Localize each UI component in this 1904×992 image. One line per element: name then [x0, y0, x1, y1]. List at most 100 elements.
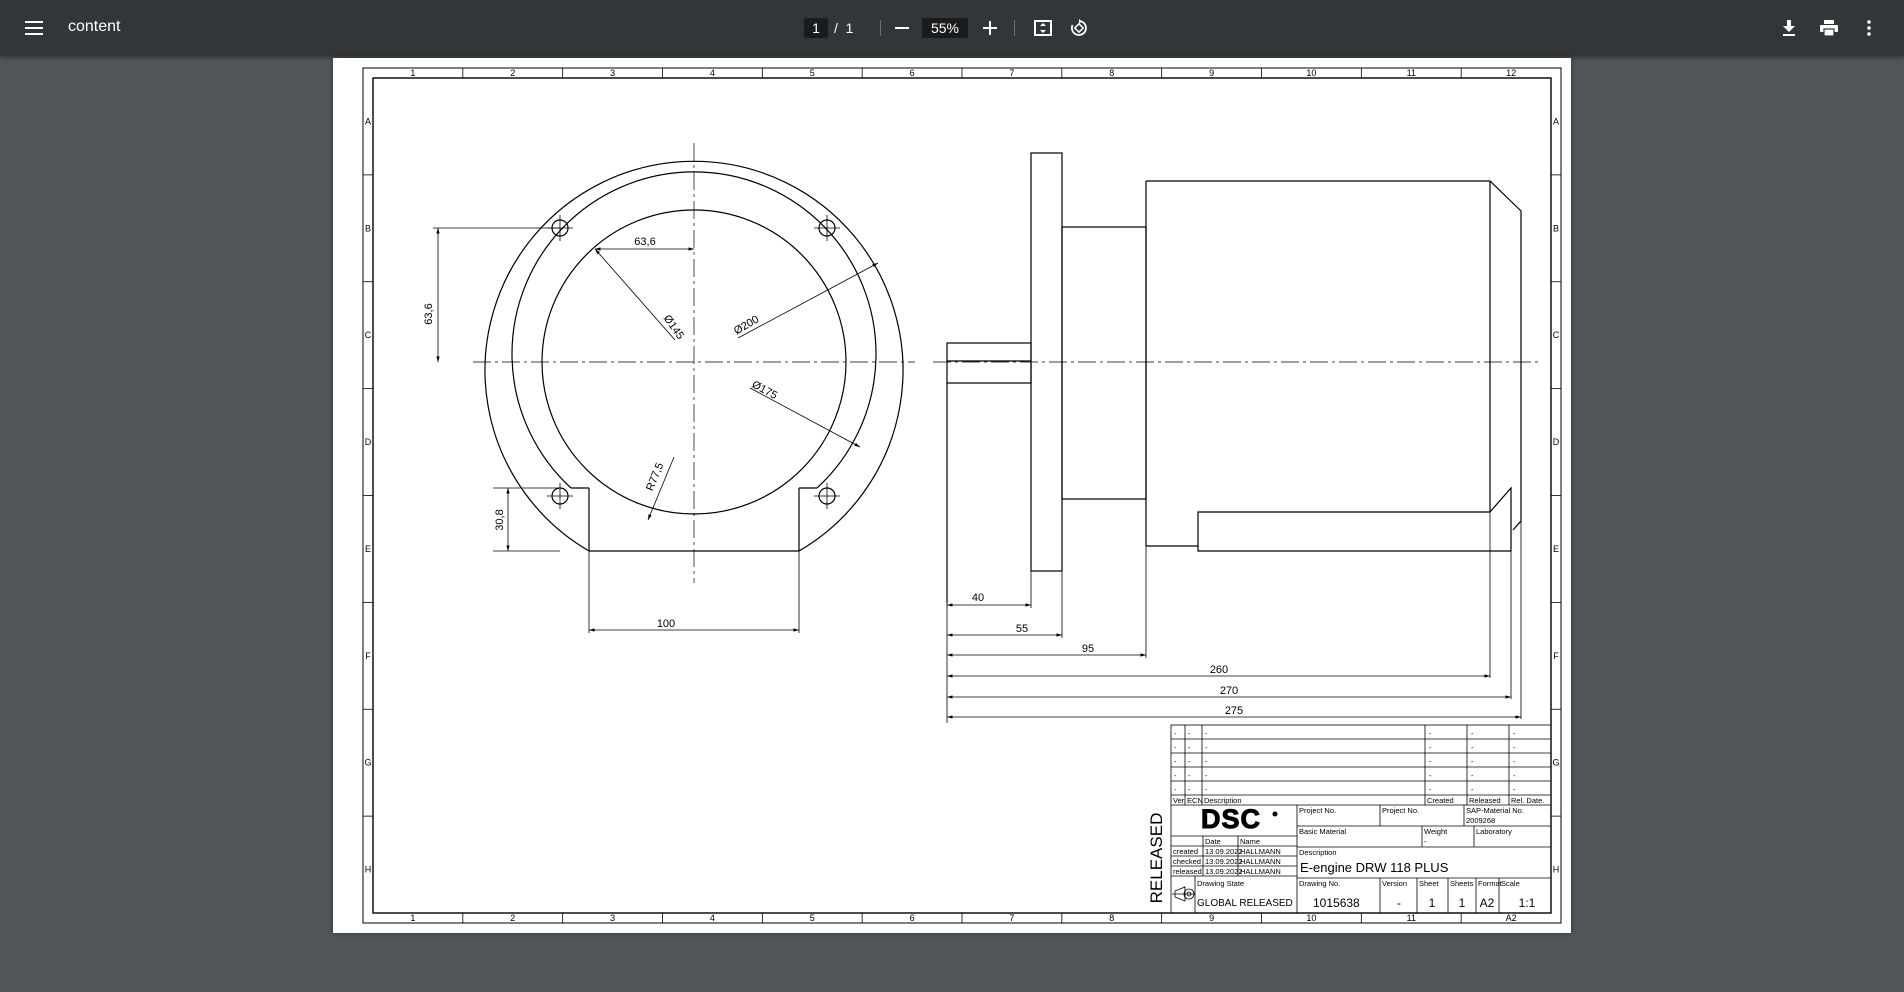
- dim-55: 55: [1016, 623, 1028, 635]
- revision-cell: -: [1471, 771, 1474, 780]
- description-label: Description: [1299, 848, 1337, 857]
- grid-column-label: A2: [1506, 913, 1517, 923]
- header-created: Created: [1427, 796, 1454, 805]
- rotate-button[interactable]: [1063, 12, 1095, 44]
- checked-label: checked: [1173, 857, 1201, 866]
- grid-column-label: 12: [1506, 68, 1516, 78]
- grid-column-label: 2: [510, 68, 515, 78]
- dim-30-8: 30,8: [494, 509, 506, 530]
- dim-95: 95: [1082, 643, 1094, 655]
- grid-column-label: 6: [910, 68, 915, 78]
- dim-100: 100: [657, 618, 675, 630]
- motor-collar: [1061, 226, 1147, 500]
- revision-cell: -: [1205, 729, 1208, 738]
- weight-value: -: [1424, 837, 1427, 846]
- revision-cell: -: [1471, 729, 1474, 738]
- revision-cell: -: [1174, 785, 1177, 794]
- grid-column-label: 10: [1306, 913, 1316, 923]
- grid-row-label: G: [364, 758, 371, 768]
- grid-column-label: 2: [510, 913, 515, 923]
- dim-diameter-145: Ø145: [661, 313, 686, 342]
- scale-label: Scale: [1501, 879, 1520, 888]
- zoom-in-button[interactable]: [974, 12, 1006, 44]
- header-ver: Ver.: [1173, 796, 1186, 805]
- toolbar-divider: [1014, 20, 1015, 36]
- drawing-state: GLOBAL RELEASED: [1197, 898, 1293, 909]
- inner-frame: [372, 77, 1552, 914]
- revision-cell: -: [1205, 757, 1208, 766]
- project-no-label-1: Project No.: [1299, 806, 1336, 815]
- drawing-no-label: Drawing No.: [1299, 879, 1340, 888]
- revision-cell: -: [1471, 743, 1474, 752]
- more-actions-button[interactable]: [1853, 12, 1885, 44]
- pdf-page: 1 1 2 2 3 3 4 4 5 5 6 6 7 7 8 8 9 9 10 10 11 11 12 A2 A A B B C C D D E E…: [333, 58, 1571, 933]
- side-view: [946, 152, 1522, 603]
- page-number-input[interactable]: 1: [804, 18, 828, 38]
- revision-cell: -: [1471, 785, 1474, 794]
- grid-column-label: 5: [810, 913, 815, 923]
- grid-column-label: 3: [610, 68, 615, 78]
- revision-cell: -: [1174, 757, 1177, 766]
- grid-row-label: E: [1553, 544, 1559, 554]
- revision-cell: -: [1513, 757, 1516, 766]
- scale-value: 1:1: [1519, 896, 1536, 910]
- grid-column-label: 10: [1306, 68, 1316, 78]
- basic-material-label: Basic Material: [1299, 827, 1346, 836]
- sheet-value: 1: [1429, 896, 1436, 910]
- grid-row-label: H: [1553, 865, 1560, 875]
- revision-cell: -: [1174, 771, 1177, 780]
- date-label: Date: [1205, 837, 1221, 846]
- grid-column-label: 9: [1209, 913, 1214, 923]
- sheets-value: 1: [1459, 896, 1466, 910]
- released-name: HALLMANN: [1240, 867, 1281, 876]
- more-vert-icon: [1867, 20, 1871, 36]
- zoom-level-input[interactable]: 55%: [922, 18, 968, 38]
- download-button[interactable]: [1773, 12, 1805, 44]
- menu-button[interactable]: [18, 12, 50, 44]
- grid-row-label: C: [365, 330, 372, 340]
- title-block-text: Ver. ECN Description Created Released Re…: [1172, 796, 1544, 910]
- revision-cell: -: [1429, 729, 1432, 738]
- revision-cell: -: [1188, 771, 1191, 780]
- fit-to-page-button[interactable]: [1027, 12, 1059, 44]
- grid-column-label: 4: [710, 68, 715, 78]
- revision-cell: -: [1429, 771, 1432, 780]
- grid-column-label: 3: [610, 913, 615, 923]
- dim-260: 260: [1210, 664, 1228, 676]
- fit-page-icon: [1034, 20, 1052, 36]
- grid-row-label: F: [1553, 651, 1559, 661]
- part-description: E-engine DRW 118 PLUS: [1300, 860, 1449, 875]
- weight-label: Weight: [1424, 827, 1448, 836]
- print-button[interactable]: [1813, 12, 1845, 44]
- document-title: content: [68, 18, 121, 35]
- released-date: 13.09.2022: [1205, 867, 1243, 876]
- zoom-out-button[interactable]: [886, 12, 918, 44]
- revision-cell: -: [1205, 771, 1208, 780]
- sap-material-label: SAP-Material No.: [1466, 806, 1524, 815]
- grid-row-label: A: [1553, 116, 1559, 126]
- page-count: / 1: [834, 18, 853, 38]
- revision-cell: -: [1188, 757, 1191, 766]
- checked-date: 13.09.2022: [1205, 857, 1243, 866]
- created-name: HALLMANN: [1240, 847, 1281, 856]
- drawing-state-label: Drawing State: [1197, 879, 1244, 888]
- technical-drawing: 1122334455667788991010111112A2A AB BC CD DE E…: [362, 67, 1562, 924]
- grid-row-label: B: [1553, 223, 1559, 233]
- dim-radius-77-5: R77,5: [644, 461, 666, 493]
- download-icon: [1783, 20, 1795, 36]
- grid-column-label: 6: [910, 913, 915, 923]
- revision-cell: -: [1513, 771, 1516, 780]
- page-separator: /: [834, 20, 838, 36]
- laboratory-label: Laboratory: [1476, 827, 1512, 836]
- grid-row-label: F: [365, 651, 371, 661]
- revision-cell: -: [1205, 743, 1208, 752]
- released-stamp: RELEASED: [1147, 813, 1166, 904]
- grid-column-label: 7: [1009, 68, 1014, 78]
- grid-row-label: G: [1552, 758, 1559, 768]
- revision-cell: -: [1513, 729, 1516, 738]
- revision-cell: -: [1205, 785, 1208, 794]
- revision-cell: -: [1174, 743, 1177, 752]
- zoom-in-icon: [983, 21, 997, 35]
- released-label: released: [1173, 867, 1202, 876]
- revision-cell: -: [1429, 743, 1432, 752]
